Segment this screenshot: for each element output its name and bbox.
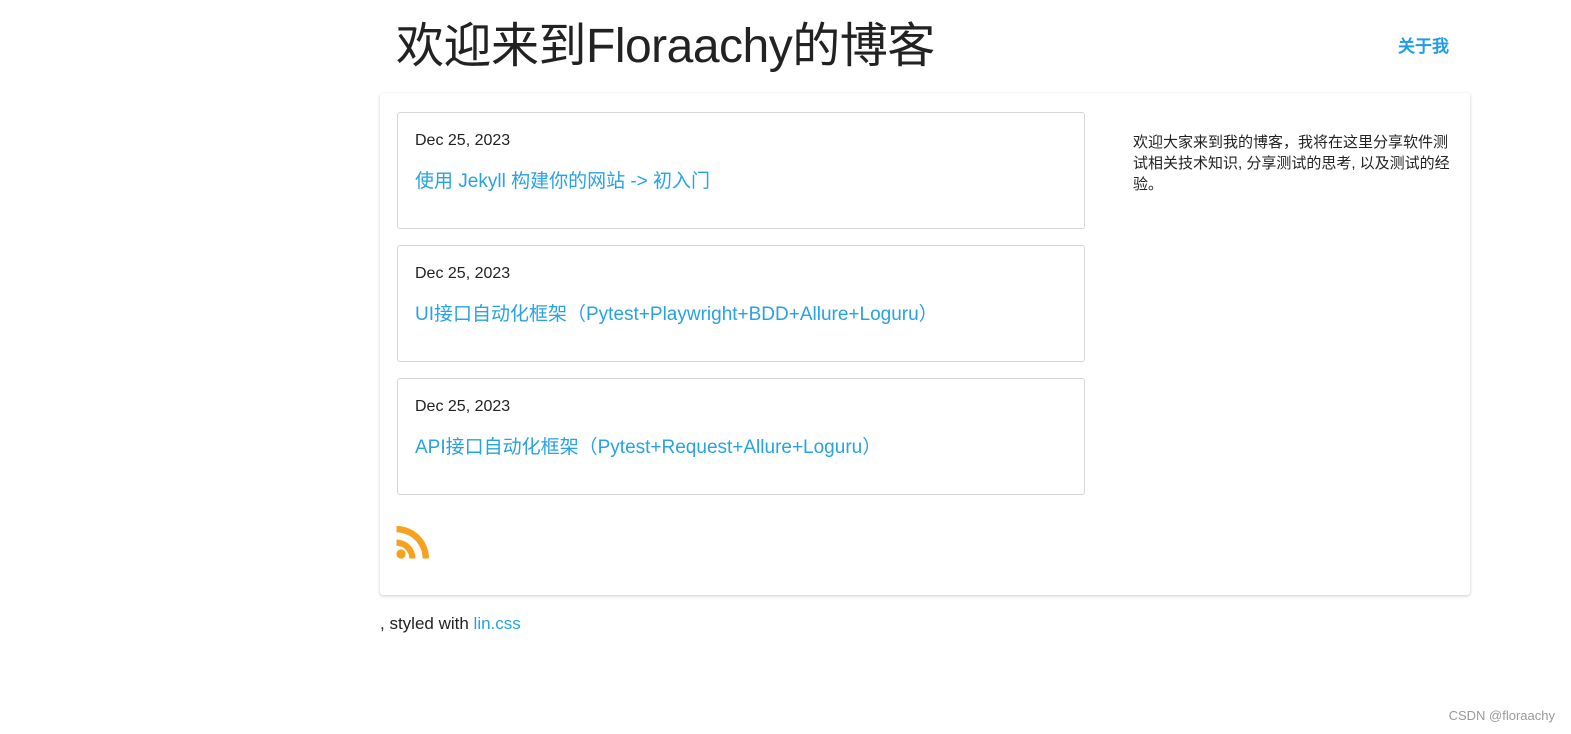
site-title: 欢迎来到Floraachy的博客 <box>396 20 935 73</box>
post-title-link[interactable]: 使用 Jekyll 构建你的网站 -> 初入门 <box>415 170 710 194</box>
post-title-link[interactable]: UI接口自动化框架（Pytest+Playwright+BDD+Allure+L… <box>415 303 938 327</box>
post-card: Dec 25, 2023 使用 Jekyll 构建你的网站 -> 初入门 <box>397 112 1085 229</box>
watermark: CSDN @floraachy <box>1448 708 1555 723</box>
rss-icon[interactable] <box>396 525 430 559</box>
post-date: Dec 25, 2023 <box>415 132 511 149</box>
post-date: Dec 25, 2023 <box>415 398 511 415</box>
sidebar-description: 欢迎大家来到我的博客，我将在这里分享软件测试相关技术知识, 分享测试的思考, 以… <box>1133 134 1450 193</box>
post-card: Dec 25, 2023 UI接口自动化框架（Pytest+Playwright… <box>397 245 1085 362</box>
footer: , styled with lin.css <box>380 613 521 635</box>
footer-prefix: , styled with <box>380 614 474 633</box>
nav-about-link[interactable]: 关于我 <box>1398 36 1449 58</box>
post-date: Dec 25, 2023 <box>415 265 511 282</box>
post-card: Dec 25, 2023 API接口自动化框架（Pytest+Request+A… <box>397 378 1085 495</box>
post-title-link[interactable]: API接口自动化框架（Pytest+Request+Allure+Loguru） <box>415 436 881 460</box>
footer-lincss-link[interactable]: lin.css <box>474 614 521 633</box>
main-card: Dec 25, 2023 使用 Jekyll 构建你的网站 -> 初入门 Dec… <box>380 93 1470 595</box>
